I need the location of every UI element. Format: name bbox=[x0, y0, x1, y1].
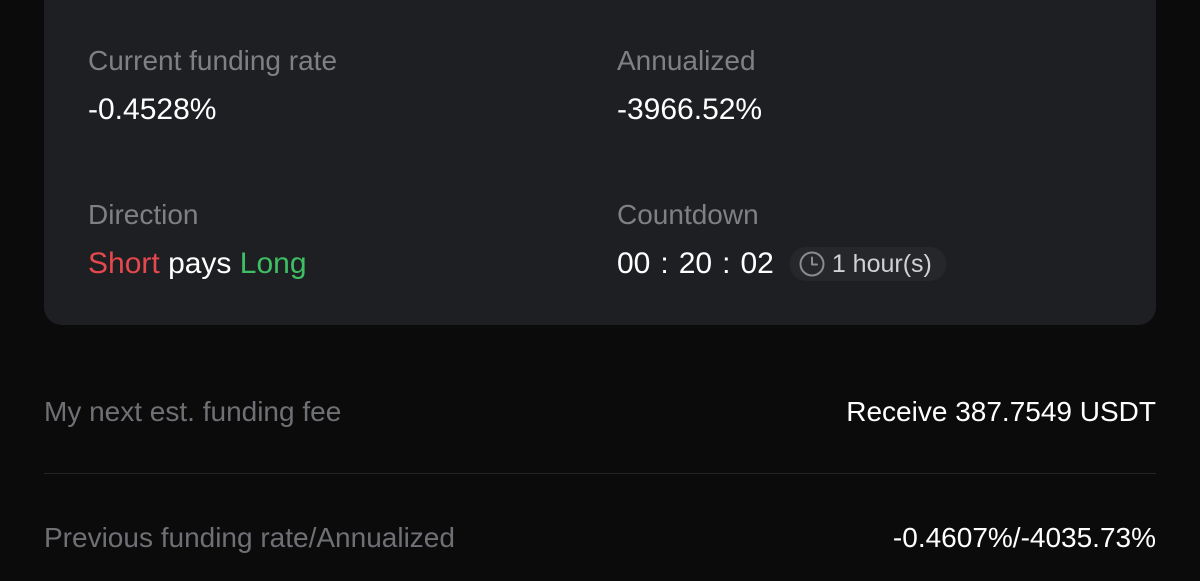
direction-payer: Short bbox=[88, 247, 160, 280]
direction-verb: pays bbox=[168, 247, 232, 280]
countdown-timer: 00 : 20 : 02 1 hour(s) bbox=[617, 246, 946, 282]
countdown-minutes: 20 bbox=[678, 247, 713, 280]
countdown-label: Countdown bbox=[617, 199, 759, 230]
direction-value: Short pays Long bbox=[88, 246, 307, 282]
funding-direction: Direction Short pays Long bbox=[88, 198, 307, 282]
next-funding-fee-value: Receive 387.7549 USDT bbox=[846, 396, 1156, 427]
current-funding-rate: Current funding rate -0.4528% bbox=[88, 44, 337, 128]
countdown-seconds: 02 bbox=[740, 247, 774, 280]
funding-interval-badge[interactable]: 1 hour(s) bbox=[789, 247, 946, 281]
countdown-separator: : bbox=[660, 247, 669, 280]
divider bbox=[44, 473, 1156, 474]
annualized-value: -3966.52% bbox=[617, 93, 763, 126]
current-funding-rate-value: -0.4528% bbox=[88, 93, 217, 126]
countdown-separator: : bbox=[722, 247, 731, 280]
annualized-rate: Annualized -3966.52% bbox=[617, 44, 762, 128]
current-funding-rate-label: Current funding rate bbox=[88, 45, 338, 76]
annualized-label: Annualized bbox=[617, 45, 756, 76]
funding-interval-text: 1 hour(s) bbox=[831, 250, 932, 278]
funding-countdown: Countdown 00 : 20 : 02 1 hour(s) bbox=[617, 198, 946, 282]
countdown-hours: 00 bbox=[617, 247, 651, 280]
previous-funding-rate-row: Previous funding rate/Annualized -0.4607… bbox=[44, 518, 1156, 558]
previous-funding-rate-label: Previous funding rate/Annualized bbox=[44, 522, 455, 553]
next-funding-fee-row: My next est. funding fee Receive 387.754… bbox=[44, 392, 1156, 432]
next-funding-fee-label: My next est. funding fee bbox=[44, 396, 342, 427]
direction-receiver: Long bbox=[239, 247, 307, 280]
clock-icon bbox=[799, 251, 825, 277]
previous-funding-rate-value: -0.4607%/-4035.73% bbox=[892, 522, 1156, 553]
direction-label: Direction bbox=[88, 199, 199, 230]
